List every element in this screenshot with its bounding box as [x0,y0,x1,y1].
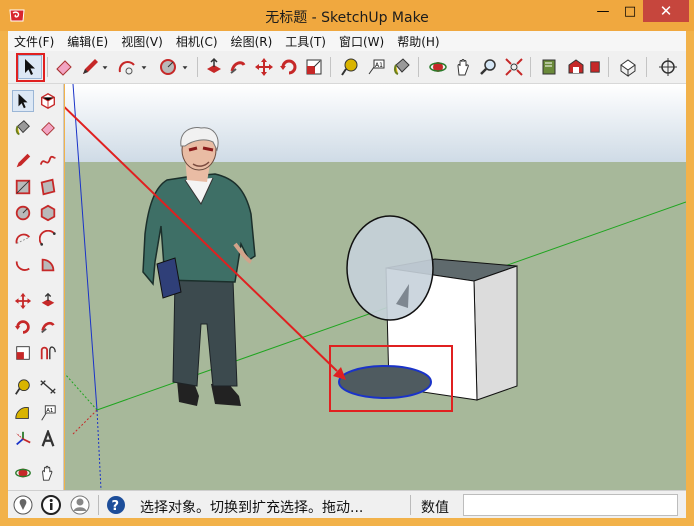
menu-draw[interactable]: 绘图(R) [231,33,273,50]
help-question-icon[interactable]: ? [105,494,127,516]
chevron-down-icon[interactable] [180,55,190,79]
menu-help[interactable]: 帮助(H) [397,33,439,50]
title-bar: 无标题 - SketchUp Make — □ ✕ [0,0,694,31]
menu-camera[interactable]: 相机(C) [176,33,218,50]
text-label-icon[interactable]: A1 [37,402,59,424]
toolbar-divider [197,57,198,77]
push-pull-icon[interactable] [37,290,59,312]
circle-icon[interactable] [156,55,180,79]
dimension-icon[interactable] [37,376,59,398]
orbit-icon[interactable] [426,55,450,79]
menu-view[interactable]: 视图(V) [121,33,163,50]
pan-icon[interactable] [37,462,59,484]
select-icon[interactable] [12,90,34,112]
component-icon[interactable] [538,55,562,79]
toolbar-divider [47,57,48,77]
position-camera-icon[interactable] [656,55,680,79]
minimize-button[interactable]: — [590,0,616,22]
chevron-down-icon[interactable] [100,55,110,79]
pie-icon[interactable] [37,254,59,276]
rotate-icon[interactable] [12,316,34,338]
close-button[interactable]: ✕ [643,0,689,22]
move-icon[interactable] [12,290,34,312]
warehouse-icon[interactable] [564,55,588,79]
protractor-icon[interactable] [12,402,34,424]
zoom-extents-icon[interactable] [502,55,526,79]
two-point-arc-icon[interactable] [37,228,59,250]
menu-window[interactable]: 窗口(W) [339,33,384,50]
status-message: 选择对象。切换到扩充选择。拖动... [140,500,364,516]
toolbar-divider [418,57,419,77]
menu-tools[interactable]: 工具(T) [285,33,326,50]
menu-bar: 文件(F) 编辑(E) 视图(V) 相机(C) 绘图(R) 工具(T) 窗口(W… [8,31,686,51]
measurements-input[interactable] [463,494,678,516]
geo-location-icon[interactable] [12,494,34,516]
axes-icon[interactable] [12,428,34,450]
sky [65,84,686,162]
scene-canvas [65,84,686,490]
svg-text:A1: A1 [46,408,53,414]
three-point-arc-icon[interactable] [12,254,34,276]
menu-file[interactable]: 文件(F) [14,33,54,50]
arc-icon[interactable] [115,55,139,79]
highlight-box-select-tool [16,53,45,82]
eraser-icon[interactable] [37,117,59,139]
svg-text:A1: A1 [375,62,383,69]
pan-icon[interactable] [452,55,476,79]
3d-text-icon[interactable] [37,428,59,450]
extension-icon[interactable] [588,55,602,79]
scale-icon[interactable] [12,342,34,364]
rotated-rectangle-icon[interactable] [37,176,59,198]
toolbar-divider [646,57,647,77]
tape-measure-icon[interactable] [338,55,362,79]
user-account-icon[interactable] [69,494,91,516]
rectangle-icon[interactable] [12,176,34,198]
menu-edit[interactable]: 编辑(E) [67,33,108,50]
line-icon[interactable] [12,150,34,172]
paint-bucket-icon[interactable] [390,55,414,79]
measurements-label: 数值 [421,500,449,516]
pencil-icon[interactable] [78,55,102,79]
chevron-down-icon[interactable] [139,55,149,79]
drawing-viewport[interactable] [65,84,686,490]
rotate-icon[interactable] [277,55,301,79]
scale-icon[interactable] [302,55,326,79]
tape-measure-icon[interactable] [12,376,34,398]
text-icon[interactable]: A1 [364,55,388,79]
push-pull-icon[interactable] [202,55,226,79]
offset-icon[interactable] [37,342,59,364]
maximize-button[interactable]: □ [617,0,643,22]
circle-icon[interactable] [12,202,34,224]
selected-circle-face[interactable] [338,365,432,399]
toolbar-divider [530,57,531,77]
toolbar-divider [330,57,331,77]
left-toolbar: A1 [8,84,64,490]
follow-me-icon[interactable] [226,55,250,79]
main-toolbar: A1 [8,51,686,84]
arc-icon[interactable] [12,228,34,250]
orbit-icon[interactable] [12,462,34,484]
follow-me-icon[interactable] [37,316,59,338]
eraser-icon[interactable] [52,55,76,79]
circle-disc [346,215,434,321]
polygon-icon[interactable] [37,202,59,224]
move-icon[interactable] [252,55,276,79]
paint-bucket-icon[interactable] [12,117,34,139]
make-component-icon[interactable] [37,90,59,112]
toolbar-divider [608,57,609,77]
credits-info-icon[interactable] [40,494,62,516]
zoom-icon[interactable] [476,55,500,79]
svg-text:?: ? [112,499,120,514]
freehand-icon[interactable] [37,150,59,172]
model-info-icon[interactable] [616,55,640,79]
status-divider [410,495,411,515]
status-bar: ? 选择对象。切换到扩充选择。拖动... 数值 [8,490,686,518]
status-divider [98,495,99,515]
